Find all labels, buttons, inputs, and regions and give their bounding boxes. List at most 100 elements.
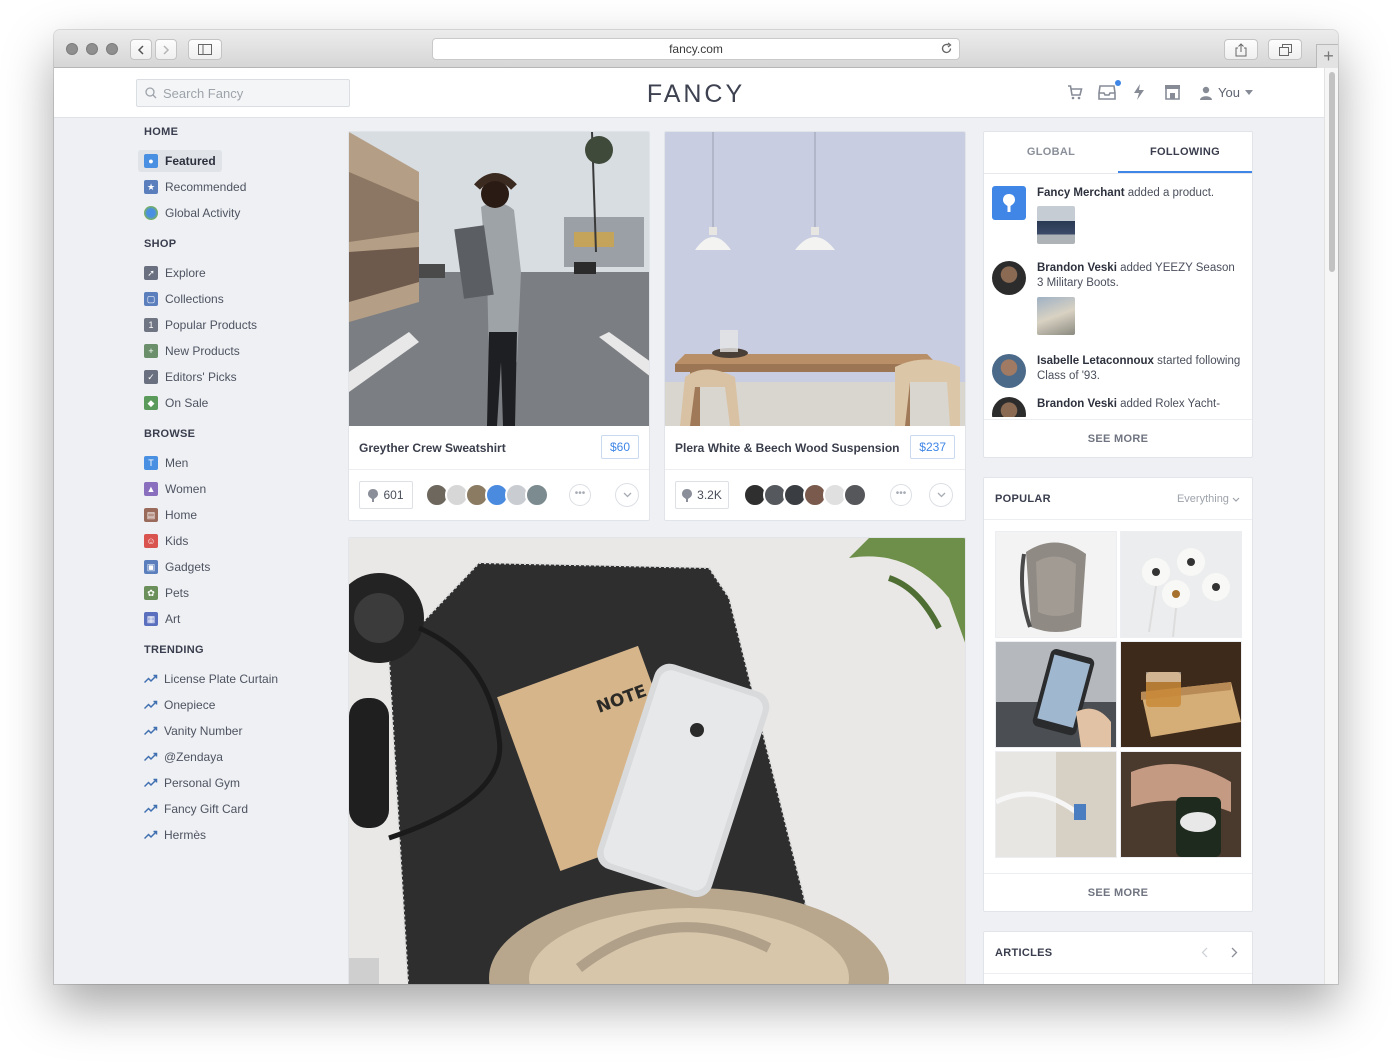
product-price[interactable]: $60 xyxy=(600,435,639,459)
card-menu-button[interactable] xyxy=(615,483,639,507)
avatar[interactable] xyxy=(843,483,867,507)
activity-user[interactable]: Brandon Veski xyxy=(1037,262,1117,274)
inbox-icon[interactable] xyxy=(1098,84,1116,100)
fancy-icon xyxy=(682,488,693,502)
trending-up-icon xyxy=(144,726,158,736)
popular-product-lollipops[interactable] xyxy=(1120,531,1242,638)
user-avatar[interactable] xyxy=(992,354,1026,388)
chevron-down-icon xyxy=(937,492,945,498)
sidebar-item-art[interactable]: ▦ Art xyxy=(138,608,328,630)
trending-item[interactable]: Hermès xyxy=(138,824,328,846)
reload-icon[interactable] xyxy=(940,42,953,55)
trending-item[interactable]: License Plate Curtain xyxy=(138,668,328,690)
popular-product-charger[interactable] xyxy=(995,751,1117,858)
avatar[interactable] xyxy=(525,483,549,507)
fancy-button[interactable]: 3.2K xyxy=(675,481,729,509)
fancy-merchant-avatar[interactable] xyxy=(992,186,1026,220)
card-menu-button[interactable] xyxy=(929,483,953,507)
sidebar-item-home[interactable]: ▤ Home xyxy=(138,504,328,526)
sidebar-item-kids[interactable]: ☺ Kids xyxy=(138,530,328,552)
sidebar-item-editors-picks[interactable]: ✓ Editors' Picks xyxy=(138,366,328,388)
sidebar-item-women[interactable]: ▲ Women xyxy=(138,478,328,500)
address-bar[interactable]: fancy.com xyxy=(432,38,960,60)
sidebar-item-pets[interactable]: ✿ Pets xyxy=(138,582,328,604)
trending-up-icon xyxy=(144,674,158,684)
product-price[interactable]: $237 xyxy=(910,435,955,459)
new-tab-button[interactable]: + xyxy=(1316,44,1338,68)
chevron-left-icon xyxy=(137,44,144,55)
sidebar-item-explore[interactable]: ➚ Explore xyxy=(138,262,328,284)
popular-product-whiskey[interactable] xyxy=(1120,641,1242,748)
activity-thumbnail[interactable] xyxy=(1037,206,1075,244)
activity-user[interactable]: Brandon Veski xyxy=(1037,398,1117,410)
trending-up-icon xyxy=(144,804,158,814)
paw-icon: ✿ xyxy=(144,586,158,600)
share-button[interactable] xyxy=(1224,39,1258,60)
chevron-left-icon[interactable] xyxy=(1201,947,1208,958)
user-menu[interactable]: You xyxy=(1199,85,1253,100)
popular-product-beer-opener[interactable] xyxy=(1120,751,1242,858)
minimize-window-button[interactable] xyxy=(86,43,98,55)
trending-item[interactable]: @Zendaya xyxy=(138,746,328,768)
trending-item[interactable]: Fancy Gift Card xyxy=(138,798,328,820)
product-card[interactable]: Plera White & Beech Wood Suspension L $2… xyxy=(664,131,966,521)
fancy-button[interactable]: 601 xyxy=(359,481,413,509)
sidebar-item-collections[interactable]: ▢ Collections xyxy=(138,288,328,310)
page-scrollbar[interactable] xyxy=(1324,68,1338,984)
sidebar-item-men[interactable]: T Men xyxy=(138,452,328,474)
trending-item[interactable]: Personal Gym xyxy=(138,772,328,794)
popular-panel: POPULAR Everything SEE MORE xyxy=(983,477,1253,912)
activity-text: Isabelle Letaconnoux started following C… xyxy=(1037,354,1242,384)
activity-user[interactable]: Isabelle Letaconnoux xyxy=(1037,355,1154,367)
store-icon[interactable] xyxy=(1164,84,1181,100)
sidebar-item-global-activity[interactable]: Global Activity xyxy=(138,202,328,224)
tab-global[interactable]: GLOBAL xyxy=(984,132,1118,173)
activity-user[interactable]: Fancy Merchant xyxy=(1037,187,1125,199)
close-window-button[interactable] xyxy=(66,43,78,55)
user-avatar[interactable] xyxy=(992,397,1026,417)
sidebar-item-gadgets[interactable]: ▣ Gadgets xyxy=(138,556,328,578)
sidebar-item-popular-products[interactable]: 1 Popular Products xyxy=(138,314,328,336)
sidebar-item-label: Gadgets xyxy=(165,560,211,574)
popular-filter-dropdown[interactable]: Everything xyxy=(1177,493,1240,505)
product-title[interactable]: Plera White & Beech Wood Suspension L xyxy=(675,441,901,455)
user-avatar[interactable] xyxy=(992,261,1026,295)
back-button[interactable] xyxy=(130,39,152,60)
sidebar-item-recommended[interactable]: ★ Recommended xyxy=(138,176,328,198)
trending-item[interactable]: Vanity Number xyxy=(138,720,328,742)
more-avatars-button[interactable]: ••• xyxy=(569,484,591,506)
grid-icon: ▦ xyxy=(144,612,158,626)
popular-filter-value: Everything xyxy=(1176,493,1229,505)
sidebar-toggle-button[interactable] xyxy=(188,39,222,60)
popular-see-more-button[interactable]: SEE MORE xyxy=(984,873,1252,911)
sidebar-item-featured[interactable]: ● Featured xyxy=(138,150,222,172)
product-title[interactable]: Greyther Crew Sweatshirt xyxy=(359,441,579,455)
popular-product-backpack[interactable] xyxy=(995,531,1117,638)
chevron-right-icon[interactable] xyxy=(1231,947,1238,958)
more-avatars-button[interactable]: ••• xyxy=(890,484,912,506)
tabs-overview-button[interactable] xyxy=(1268,39,1302,60)
product-image[interactable] xyxy=(665,132,965,426)
sidebar-item-label: Collections xyxy=(165,292,224,306)
product-image[interactable]: NOTE xyxy=(349,538,965,984)
scrollbar-thumb[interactable] xyxy=(1329,72,1335,272)
cart-icon[interactable] xyxy=(1067,84,1083,100)
trending-item[interactable]: Onepiece xyxy=(138,694,328,716)
tab-following[interactable]: FOLLOWING xyxy=(1118,132,1252,173)
activity-item[interactable]: Brandon Veski added Rolex Yacht- xyxy=(992,397,1246,417)
product-card-large[interactable]: NOTE xyxy=(348,537,966,984)
lightning-icon[interactable] xyxy=(1133,84,1145,100)
beer-opener-image xyxy=(1121,752,1241,857)
number-one-icon: 1 xyxy=(144,318,158,332)
activity-text: Brandon Veski added YEEZY Season 3 Milit… xyxy=(1037,261,1242,291)
activity-see-more-button[interactable]: SEE MORE xyxy=(984,419,1252,457)
sidebar-item-on-sale[interactable]: ◆ On Sale xyxy=(138,392,328,414)
popular-product-phone-mount[interactable] xyxy=(995,641,1117,748)
activity-thumbnail[interactable] xyxy=(1037,297,1075,335)
forward-button[interactable] xyxy=(155,39,177,60)
sidebar-item-new-products[interactable]: + New Products xyxy=(138,340,328,362)
fancied-by-avatars xyxy=(425,483,549,507)
product-image[interactable] xyxy=(349,132,649,426)
zoom-window-button[interactable] xyxy=(106,43,118,55)
product-card[interactable]: Greyther Crew Sweatshirt $60 601 ••• xyxy=(348,131,650,521)
